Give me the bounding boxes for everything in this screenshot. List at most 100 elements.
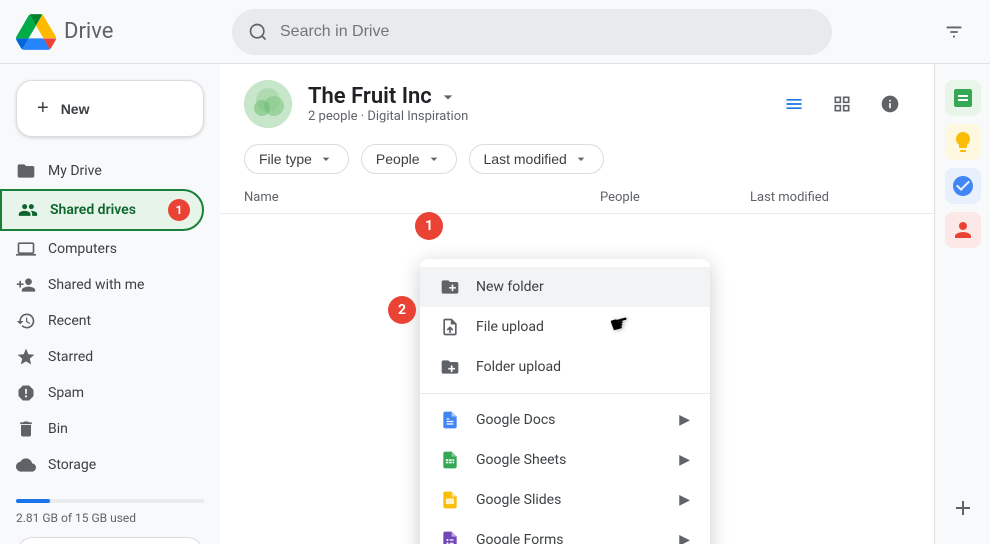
google-forms-icon	[440, 530, 460, 544]
grid-view-icon	[832, 94, 852, 114]
step-1-badge: 1	[415, 212, 443, 240]
sidebar-item-bin[interactable]: Bin	[0, 411, 204, 447]
drive-avatar-icon	[244, 80, 292, 128]
contacts-app-icon[interactable]	[945, 212, 981, 248]
menu-item-google-docs[interactable]: Google Docs ▶	[420, 400, 710, 440]
drive-info: The Fruit Inc 2 people · Digital Inspira…	[308, 84, 468, 124]
drive-subtitle: 2 people · Digital Inspiration	[308, 109, 468, 124]
info-icon	[880, 94, 900, 114]
grid-view-button[interactable]	[822, 84, 862, 124]
menu-item-new-folder-label: New folder	[476, 279, 544, 295]
sidebar-item-shared-drives[interactable]: Shared drives 1	[0, 189, 204, 231]
delete-icon	[16, 419, 36, 439]
menu-item-google-forms[interactable]: Google Forms ▶	[420, 520, 710, 544]
folder-upload-icon	[440, 357, 460, 377]
info-button[interactable]	[870, 84, 910, 124]
menu-item-google-docs-label: Google Docs	[476, 412, 555, 428]
star-icon	[16, 347, 36, 367]
report-icon	[16, 383, 36, 403]
sidebar-item-computers[interactable]: Computers	[0, 231, 204, 267]
menu-item-google-forms-label: Google Forms	[476, 532, 564, 544]
people-filter[interactable]: People	[361, 144, 457, 174]
list-view-icon	[784, 94, 804, 114]
sidebar-item-my-drive[interactable]: My Drive	[0, 153, 204, 189]
topbar-right	[934, 12, 974, 52]
storage-section: 2.81 GB of 15 GB used Get more storage	[0, 483, 220, 544]
new-folder-icon	[440, 277, 460, 297]
google-slides-icon	[440, 490, 460, 510]
file-type-label: File type	[259, 151, 312, 167]
plus-icon: +	[37, 97, 49, 120]
menu-item-file-upload[interactable]: File upload	[420, 307, 710, 347]
sidebar-item-storage[interactable]: Storage	[0, 447, 204, 483]
menu-item-folder-upload[interactable]: Folder upload	[420, 347, 710, 387]
drive-title: The Fruit Inc	[308, 84, 468, 109]
google-docs-arrow-icon: ▶	[679, 412, 690, 428]
shared-drives-badge: 1	[168, 199, 190, 221]
cloud-icon	[16, 455, 36, 475]
sidebar-item-spam-label: Spam	[48, 385, 84, 401]
storage-bar-background	[16, 499, 204, 503]
sidebar-item-shared-with-me-label: Shared with me	[48, 277, 144, 293]
file-type-filter[interactable]: File type	[244, 144, 349, 174]
menu-item-file-upload-label: File upload	[476, 319, 544, 335]
chevron-down-icon[interactable]	[438, 87, 458, 107]
sidebar-item-spam[interactable]: Spam	[0, 375, 204, 411]
filter-settings-button[interactable]	[934, 12, 974, 52]
menu-item-google-sheets[interactable]: Google Sheets ▶	[420, 440, 710, 480]
sheets-app-icon[interactable]	[945, 80, 981, 116]
keep-app-icon[interactable]	[945, 124, 981, 160]
main-layout: + New My Drive Shared drives 1 Computers	[0, 64, 990, 544]
sidebar-item-bin-label: Bin	[48, 421, 68, 437]
groups-icon	[18, 200, 38, 220]
clock-icon	[16, 311, 36, 331]
sidebar-item-computers-label: Computers	[48, 241, 117, 257]
google-forms-arrow-icon: ▶	[679, 532, 690, 544]
sidebar-item-shared-with-me[interactable]: Shared with me	[0, 267, 204, 303]
tasks-app-icon[interactable]	[945, 168, 981, 204]
header-actions	[774, 84, 910, 124]
list-view-button[interactable]	[774, 84, 814, 124]
new-button-label: New	[61, 101, 90, 117]
menu-item-google-slides-label: Google Slides	[476, 492, 561, 508]
new-button[interactable]: + New	[16, 80, 204, 137]
search-input[interactable]	[280, 23, 816, 41]
google-docs-icon	[440, 410, 460, 430]
storage-text: 2.81 GB of 15 GB used	[16, 511, 204, 525]
add-icon	[951, 496, 975, 520]
people-chevron-icon	[426, 151, 442, 167]
google-sheets-arrow-icon: ▶	[679, 452, 690, 468]
col-last-modified-header: Last modified	[750, 190, 910, 205]
sidebar-item-starred[interactable]: Starred	[0, 339, 204, 375]
sidebar-item-storage-label: Storage	[48, 457, 96, 473]
menu-item-google-slides[interactable]: Google Slides ▶	[420, 480, 710, 520]
filter-icon	[943, 21, 965, 43]
menu-item-new-folder[interactable]: New folder	[420, 267, 710, 307]
topbar: Drive	[0, 0, 990, 64]
step-2-badge: 2	[388, 296, 416, 324]
drive-logo-icon	[16, 12, 56, 52]
column-headers: Name People Last modified	[220, 182, 934, 214]
menu-item-folder-upload-label: Folder upload	[476, 359, 561, 375]
last-modified-filter[interactable]: Last modified	[469, 144, 604, 174]
right-panel	[934, 64, 990, 544]
drive-avatar	[244, 80, 292, 128]
sidebar-item-starred-label: Starred	[48, 349, 93, 365]
computer-icon	[16, 239, 36, 259]
file-type-chevron-icon	[318, 151, 334, 167]
people-label: People	[376, 151, 420, 167]
app-name: Drive	[64, 19, 113, 44]
search-bar[interactable]	[232, 9, 832, 55]
add-apps-button[interactable]	[943, 488, 983, 528]
last-modified-chevron-icon	[573, 151, 589, 167]
sidebar-item-my-drive-label: My Drive	[48, 163, 102, 179]
context-menu: New folder File upload Folder uplo	[420, 259, 710, 544]
google-slides-arrow-icon: ▶	[679, 492, 690, 508]
sidebar: + New My Drive Shared drives 1 Computers	[0, 64, 220, 544]
get-more-storage-button[interactable]: Get more storage	[16, 537, 204, 544]
sidebar-item-shared-drives-label: Shared drives	[50, 202, 136, 218]
filter-row: File type People Last modified	[220, 136, 934, 182]
sidebar-item-recent-label: Recent	[48, 313, 91, 329]
sidebar-item-recent[interactable]: Recent	[0, 303, 204, 339]
search-icon	[248, 22, 268, 42]
